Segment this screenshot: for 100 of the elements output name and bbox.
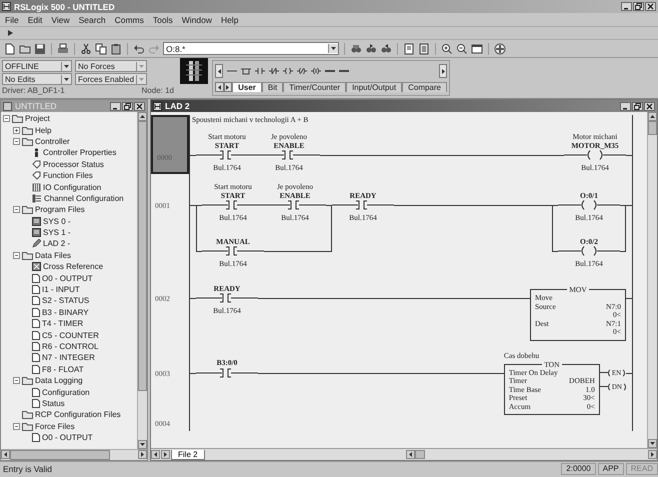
scroll-right-button[interactable] bbox=[439, 64, 447, 78]
paste-icon[interactable] bbox=[110, 42, 122, 54]
tree-item[interactable]: SYS 0 - bbox=[43, 216, 71, 226]
tree-item[interactable]: RCP Configuration Files bbox=[35, 410, 121, 420]
scrollbar-thumb[interactable] bbox=[10, 450, 110, 460]
vertical-scrollbar[interactable] bbox=[137, 112, 147, 449]
palette-tab[interactable]: Input/Output bbox=[346, 82, 402, 92]
open-folder-icon[interactable] bbox=[19, 42, 31, 54]
close-button[interactable] bbox=[134, 102, 145, 110]
copy-icon[interactable] bbox=[95, 42, 107, 54]
scroll-left-button[interactable] bbox=[215, 64, 223, 78]
print-icon[interactable] bbox=[57, 42, 69, 54]
menu-item[interactable]: Window bbox=[182, 14, 212, 24]
tree-item[interactable]: Help bbox=[35, 126, 52, 135]
close-button[interactable] bbox=[645, 2, 656, 11]
palette-tab[interactable]: Bit bbox=[262, 82, 284, 92]
contact-icon[interactable] bbox=[269, 67, 279, 76]
tree-item[interactable]: S2 - STATUS bbox=[42, 296, 90, 306]
menu-item[interactable]: Search bbox=[78, 14, 106, 24]
tree-item[interactable]: I1 - INPUT bbox=[42, 285, 80, 294]
tree-item[interactable]: LAD 2 - bbox=[43, 239, 70, 248]
tree-item[interactable]: Configuration bbox=[42, 388, 90, 397]
cut-icon[interactable] bbox=[80, 42, 92, 54]
tree-item[interactable]: N7 - INTEGER bbox=[42, 353, 95, 362]
scrollbar-thumb[interactable] bbox=[648, 121, 657, 135]
collapse-toggle[interactable] bbox=[13, 138, 20, 145]
collapse-toggle[interactable] bbox=[13, 422, 20, 430]
scroll-left-button[interactable] bbox=[406, 450, 415, 459]
minimize-button[interactable] bbox=[620, 102, 631, 110]
collapse-toggle[interactable] bbox=[13, 252, 20, 259]
palette-tab[interactable]: User bbox=[232, 82, 262, 92]
edits-dropdown[interactable]: No Edits bbox=[2, 73, 72, 85]
file-tab[interactable]: File 2 bbox=[171, 450, 205, 460]
tree-item[interactable]: O0 - OUTPUT bbox=[42, 274, 93, 283]
zoom-in-icon[interactable] bbox=[441, 42, 453, 54]
find-previous-icon[interactable] bbox=[380, 42, 392, 54]
menu-item[interactable]: File bbox=[5, 14, 19, 24]
play-triangle-icon[interactable] bbox=[8, 30, 13, 36]
scroll-down-button[interactable] bbox=[648, 439, 657, 448]
window-icon[interactable] bbox=[471, 42, 483, 54]
coil-icon[interactable] bbox=[311, 67, 321, 76]
zoom-out-icon[interactable] bbox=[456, 42, 468, 54]
undo-icon[interactable] bbox=[133, 42, 145, 54]
document-icon[interactable] bbox=[418, 42, 430, 54]
forces-dropdown[interactable]: No Forces bbox=[75, 60, 147, 72]
tree-item[interactable]: B3 - BINARY bbox=[42, 308, 89, 317]
tree-item[interactable]: SYS 1 - bbox=[43, 228, 71, 238]
collapse-toggle[interactable] bbox=[13, 377, 20, 384]
close-button[interactable] bbox=[644, 102, 655, 110]
tab-scroll-left-button[interactable] bbox=[151, 450, 160, 459]
maximize-button[interactable] bbox=[633, 2, 644, 11]
scroll-down-button[interactable] bbox=[138, 440, 147, 449]
document-icon[interactable] bbox=[403, 42, 415, 54]
horizontal-scrollbar[interactable] bbox=[1, 449, 147, 460]
tree-item[interactable]: Function Files bbox=[43, 171, 93, 180]
minimize-button[interactable] bbox=[110, 102, 121, 110]
maximize-button[interactable] bbox=[632, 102, 643, 110]
tree-item[interactable]: F8 - FLOAT bbox=[42, 364, 84, 374]
maximize-button[interactable] bbox=[122, 102, 133, 110]
tree-item[interactable]: Program Files bbox=[35, 205, 85, 214]
horizontal-scrollbar[interactable] bbox=[406, 450, 657, 459]
minimize-button[interactable] bbox=[621, 2, 632, 11]
tree-item[interactable]: Force Files bbox=[35, 422, 75, 431]
new-file-icon[interactable] bbox=[4, 42, 16, 54]
coil-icon[interactable] bbox=[283, 67, 293, 76]
tree-item[interactable]: IO Configuration bbox=[43, 182, 102, 192]
tree-item[interactable]: Status bbox=[42, 398, 65, 408]
scroll-up-button[interactable] bbox=[648, 112, 657, 121]
find-next-icon[interactable] bbox=[365, 42, 377, 54]
menu-item[interactable]: View bbox=[51, 14, 70, 24]
tree-item[interactable]: Project bbox=[25, 114, 50, 124]
tree-item[interactable]: T4 - TIMER bbox=[42, 319, 84, 328]
tree-item[interactable]: R6 - CONTROL bbox=[42, 342, 98, 351]
scroll-left-button[interactable] bbox=[1, 450, 10, 459]
contact-icon[interactable] bbox=[255, 67, 265, 76]
scroll-right-button[interactable] bbox=[138, 450, 147, 459]
save-icon[interactable] bbox=[34, 42, 46, 54]
coil-icon[interactable] bbox=[297, 67, 307, 76]
palette-tab[interactable]: Compare bbox=[402, 82, 447, 92]
tree-item[interactable]: O0 - OUTPUT bbox=[42, 433, 93, 442]
tree-item[interactable]: Data Logging bbox=[35, 376, 83, 386]
scroll-right-button[interactable] bbox=[648, 450, 657, 459]
tree-item[interactable]: C5 - COUNTER bbox=[42, 330, 99, 340]
tree-item[interactable]: Controller Properties bbox=[43, 148, 116, 158]
collapse-toggle[interactable] bbox=[13, 206, 20, 214]
scrollbar-thumb[interactable] bbox=[414, 450, 425, 459]
find-icon[interactable] bbox=[350, 42, 362, 54]
menu-item[interactable]: Edit bbox=[28, 14, 42, 24]
palette-tab[interactable]: Timer/Counter bbox=[283, 82, 346, 92]
collapse-toggle[interactable] bbox=[3, 115, 10, 122]
tree-item[interactable]: Processor Status bbox=[43, 160, 104, 169]
address-combo-box[interactable]: O:8.* bbox=[163, 42, 339, 55]
menu-item[interactable]: Tools bbox=[152, 14, 173, 24]
tree-item[interactable]: Data Files bbox=[35, 250, 72, 260]
menu-item[interactable]: Comms bbox=[114, 14, 144, 24]
vertical-scrollbar[interactable] bbox=[647, 112, 657, 448]
forces-enabled-dropdown[interactable]: Forces Enabled bbox=[75, 73, 147, 85]
scroll-up-button[interactable] bbox=[138, 112, 147, 121]
tree-item[interactable]: Cross Reference bbox=[43, 262, 104, 272]
menu-item[interactable]: Help bbox=[220, 14, 238, 24]
